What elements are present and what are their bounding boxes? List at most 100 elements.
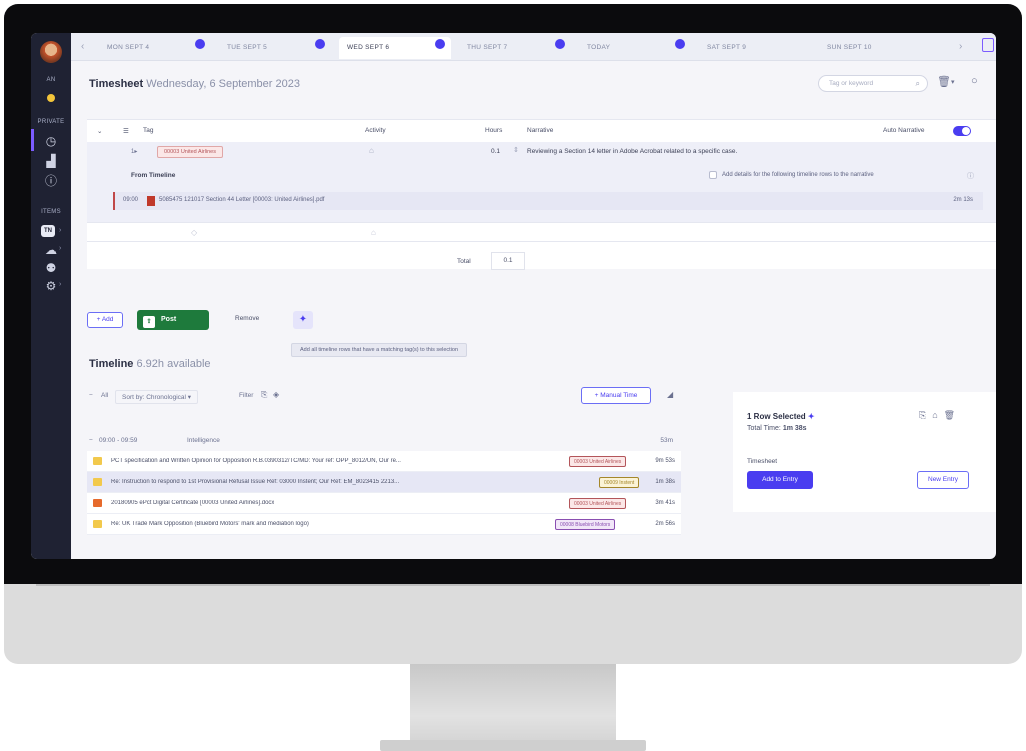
page-title: Timesheet Wednesday, 6 September 2023 [89, 78, 300, 90]
help-icon[interactable]: ⓘ [967, 171, 974, 181]
bell-icon[interactable]: ○ [971, 75, 978, 87]
action-bar: + Add ⇪ Post Remove ✦ [87, 308, 996, 332]
magic-wand-icon[interactable]: ✦ [293, 311, 313, 329]
day-status-dot [435, 39, 445, 49]
info-icon[interactable]: ⓘ [43, 174, 59, 188]
timeline-title-label: Timeline [89, 358, 134, 370]
avatar[interactable] [40, 41, 62, 63]
group-label: Intelligence [187, 437, 220, 444]
page-title-date: Wednesday, 6 September 2023 [146, 78, 300, 90]
group-collapse-icon[interactable]: − [89, 437, 93, 444]
section-items-label: ITEMS [41, 209, 61, 215]
selection-title-text: 1 Row Selected [747, 412, 806, 421]
timeline-available: 6.92h available [136, 358, 211, 370]
hours-value[interactable]: 0.1 [491, 148, 500, 155]
tag-pill[interactable]: 00003 United Airlines [157, 146, 223, 158]
tag-placeholder-icon[interactable]: ◇ [191, 228, 197, 237]
cloud-icon[interactable]: ☁ [43, 243, 59, 257]
group-total: 53m [660, 437, 673, 444]
new-entry-button[interactable]: New Entry [917, 471, 969, 489]
tag-icon[interactable]: ⌂ [932, 410, 943, 420]
add-to-entry-button[interactable]: Add to Entry [747, 471, 813, 489]
trash-icon[interactable]: 🗑 [937, 75, 951, 88]
row-expand-icon[interactable]: 1▸ [131, 148, 137, 155]
file-icon [93, 499, 102, 507]
tab-tue[interactable]: TUE SEPT 5 [219, 37, 331, 59]
timeline-row-duration: 2m 56s [655, 521, 675, 527]
sort-select[interactable]: Sort by: Chronological ▾ [115, 390, 199, 404]
tab-thu[interactable]: THU SEPT 7 [459, 37, 571, 59]
activity-placeholder-icon[interactable]: ⌂ [371, 228, 376, 237]
timeline-row[interactable]: Re: Instruction to respond to 1st Provis… [87, 472, 681, 493]
timeline-row-tag[interactable]: 00009 Instent [599, 477, 640, 488]
add-details-checkbox[interactable] [709, 171, 717, 179]
timesheet-label: Timesheet [747, 458, 778, 465]
timeline-group-header[interactable]: − 09:00 - 09:59 Intelligence 53m [89, 435, 679, 449]
post-button[interactable]: ⇪ Post [137, 310, 209, 330]
collapse-all-icon[interactable]: − [89, 392, 93, 399]
tab-today[interactable]: TODAY [579, 37, 691, 59]
monitor-stand-foot [380, 740, 646, 751]
tab-sat[interactable]: SAT SEPT 9 [699, 37, 811, 59]
tab-mon[interactable]: MON SEPT 4 [99, 37, 211, 59]
chevron-right-icon: › [59, 245, 62, 252]
add-button[interactable]: + Add [87, 312, 123, 328]
search-placeholder: Tag or keyword [829, 80, 874, 87]
total-value: 0.1 [491, 252, 525, 270]
timeline-row[interactable]: PCT specification and Written Opinion fo… [87, 451, 681, 472]
day-status-dot [315, 39, 325, 49]
file-filter-icon[interactable]: ⎘ [261, 390, 267, 400]
auto-narrative-toggle[interactable] [953, 126, 971, 136]
page-header: Timesheet Wednesday, 6 September 2023 Ta… [71, 61, 996, 105]
chevron-right-icon[interactable]: › [959, 41, 962, 52]
section-private-label: PRIVATE [37, 119, 65, 125]
entry-row[interactable]: 1▸ 00003 United Airlines ⌂ 0.1 ⇕ Reviewi… [87, 142, 996, 162]
chevron-left-icon[interactable]: ‹ [81, 41, 84, 52]
settings-icon[interactable]: ⚙ [43, 279, 59, 293]
team-badge[interactable]: TN [41, 225, 55, 237]
timeline-row[interactable]: Re: UK Trade Mark Opposition (Bluebird M… [87, 514, 681, 535]
narrative-text[interactable]: Reviewing a Section 14 letter in Adobe A… [527, 148, 737, 155]
linked-timeline-item[interactable]: 09:00 5085475 121017 Section 44 Letter [… [113, 192, 983, 210]
delete-icon[interactable]: 🗑 [944, 410, 961, 420]
hours-stepper-icon[interactable]: ⇕ [513, 146, 519, 154]
chart-icon[interactable]: ▟ [43, 154, 59, 168]
chevron-right-icon: › [59, 227, 62, 234]
tag-filter-icon[interactable]: ◈ [273, 390, 279, 399]
remove-button[interactable]: Remove [235, 315, 259, 322]
magic-wand-icon[interactable]: ✦ [808, 412, 815, 421]
timeline-row-tag[interactable]: 00003 United Airlines [569, 498, 627, 509]
monitor-stand [410, 664, 616, 751]
calendar-icon[interactable] [982, 38, 994, 52]
chart-toggle-icon[interactable]: ◢ [667, 390, 673, 399]
page-title-label: Timesheet [89, 78, 144, 90]
activity-icon[interactable]: ⌂ [369, 146, 374, 155]
timeline-row-text: PCT specification and Written Opinion fo… [111, 458, 401, 464]
post-icon: ⇪ [143, 316, 155, 328]
selection-total-value: 1m 38s [782, 425, 807, 432]
timeline-item-time: 09:00 [123, 197, 139, 203]
timeline-row-text: Re: UK Trade Mark Opposition (Bluebird M… [111, 521, 309, 527]
day-status-dot [195, 39, 205, 49]
file-icon [93, 520, 102, 528]
people-icon[interactable]: ⚉ [43, 261, 59, 275]
tab-wed[interactable]: WED SEPT 6 [339, 37, 451, 59]
timeline-row-tag[interactable]: 00008 Bluebird Motors [555, 519, 616, 530]
clock-icon[interactable]: ◷ [43, 134, 59, 148]
search-input[interactable]: Tag or keyword ⌕ [818, 75, 928, 92]
collapse-icon[interactable]: ⌄ [97, 127, 102, 135]
empty-entry-row[interactable]: ◇ ⌂ [87, 222, 996, 242]
add-details-label: Add details for the following timeline r… [722, 172, 874, 178]
timeline-row-tag[interactable]: 00003 United Airlines [569, 456, 627, 467]
day-status-dot [675, 39, 685, 49]
timeline-row-duration: 3m 41s [655, 500, 675, 506]
filter-all-label[interactable]: All [101, 392, 108, 399]
timeline-row[interactable]: 20180905 ePct Digital Certificate [00003… [87, 493, 681, 514]
selection-total-label: Total Time: [747, 425, 781, 432]
copy-icon[interactable]: ⎘ [919, 410, 932, 420]
chevron-down-icon[interactable]: ▾ [951, 78, 955, 86]
tab-sun[interactable]: SUN SEPT 10 [819, 37, 931, 59]
pdf-icon [147, 196, 155, 206]
day-tabs: ‹ MON SEPT 4 TUE SEPT 5 WED SEPT 6 THU S… [71, 33, 996, 61]
manual-time-button[interactable]: + Manual Time [581, 387, 651, 404]
